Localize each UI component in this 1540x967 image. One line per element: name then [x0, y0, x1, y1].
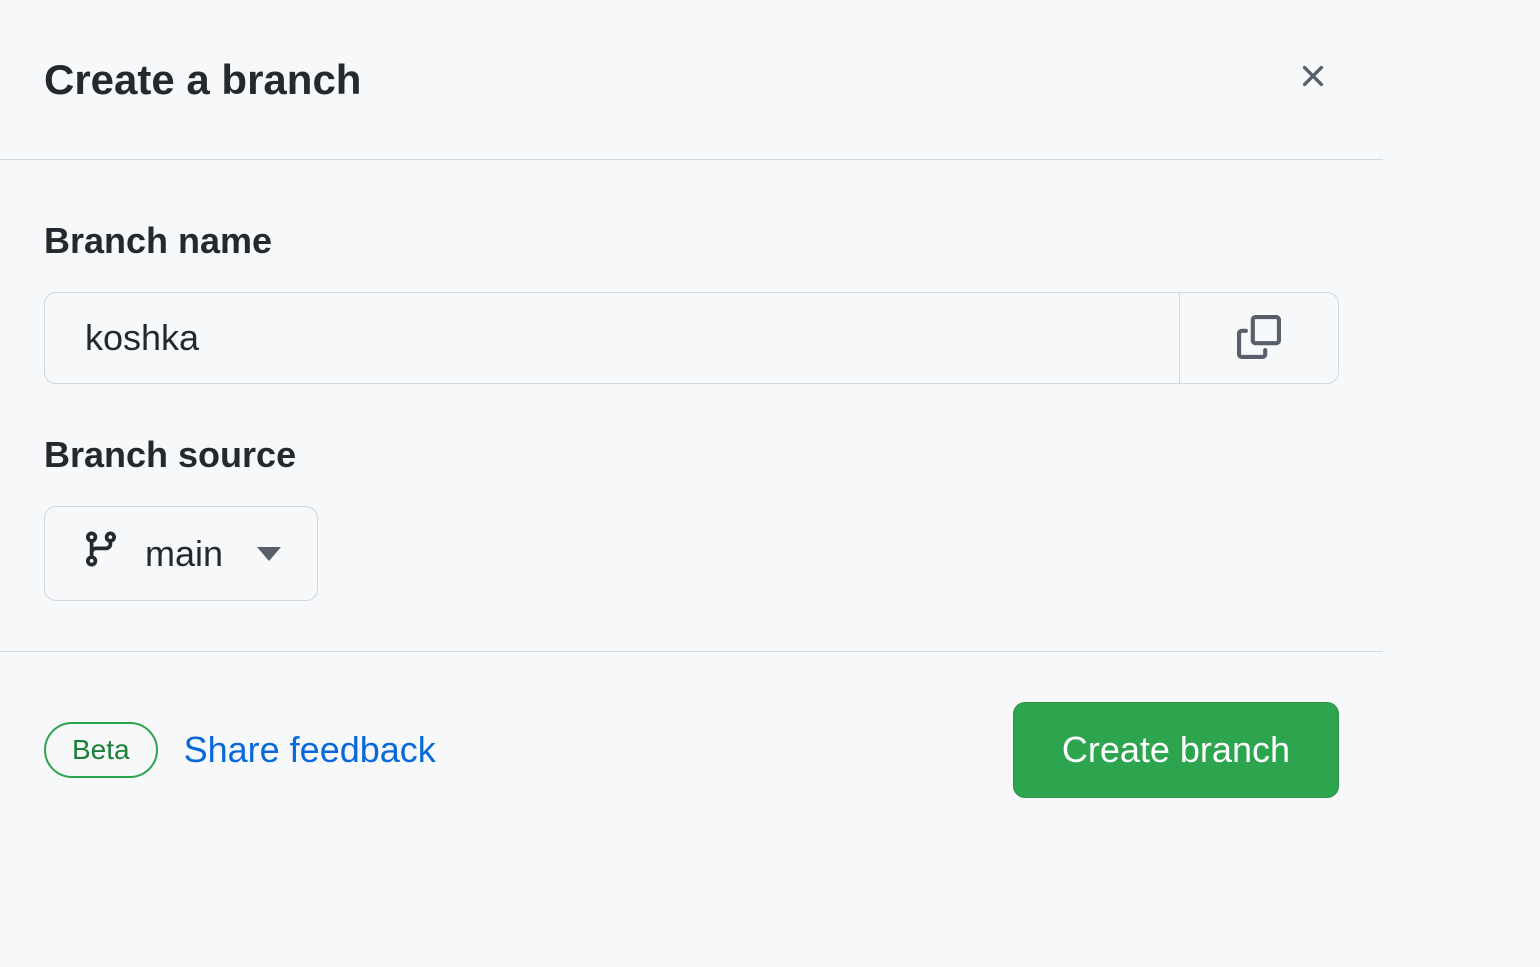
beta-badge: Beta: [44, 722, 158, 778]
close-icon: [1295, 58, 1331, 101]
branch-source-group: Branch source main: [44, 434, 1339, 601]
share-feedback-link[interactable]: Share feedback: [184, 729, 436, 771]
copy-button[interactable]: [1179, 292, 1339, 384]
branch-source-label: Branch source: [44, 434, 1339, 476]
copy-icon: [1237, 315, 1281, 362]
branch-name-group: Branch name: [44, 220, 1339, 384]
footer-left: Beta Share feedback: [44, 722, 436, 778]
dialog-header: Create a branch: [0, 0, 1383, 160]
close-button[interactable]: [1287, 50, 1339, 109]
create-branch-dialog: Create a branch Branch name Branch sourc…: [0, 0, 1383, 848]
branch-name-input[interactable]: [44, 292, 1179, 384]
branch-name-row: [44, 292, 1339, 384]
branch-name-label: Branch name: [44, 220, 1339, 262]
create-branch-button[interactable]: Create branch: [1013, 702, 1339, 798]
git-branch-icon: [81, 529, 121, 578]
chevron-down-icon: [257, 547, 281, 561]
branch-source-selected: main: [145, 533, 223, 575]
dialog-title: Create a branch: [44, 56, 361, 104]
branch-source-select[interactable]: main: [44, 506, 318, 601]
dialog-body: Branch name Branch source main: [0, 160, 1383, 651]
dialog-footer: Beta Share feedback Create branch: [0, 651, 1383, 848]
